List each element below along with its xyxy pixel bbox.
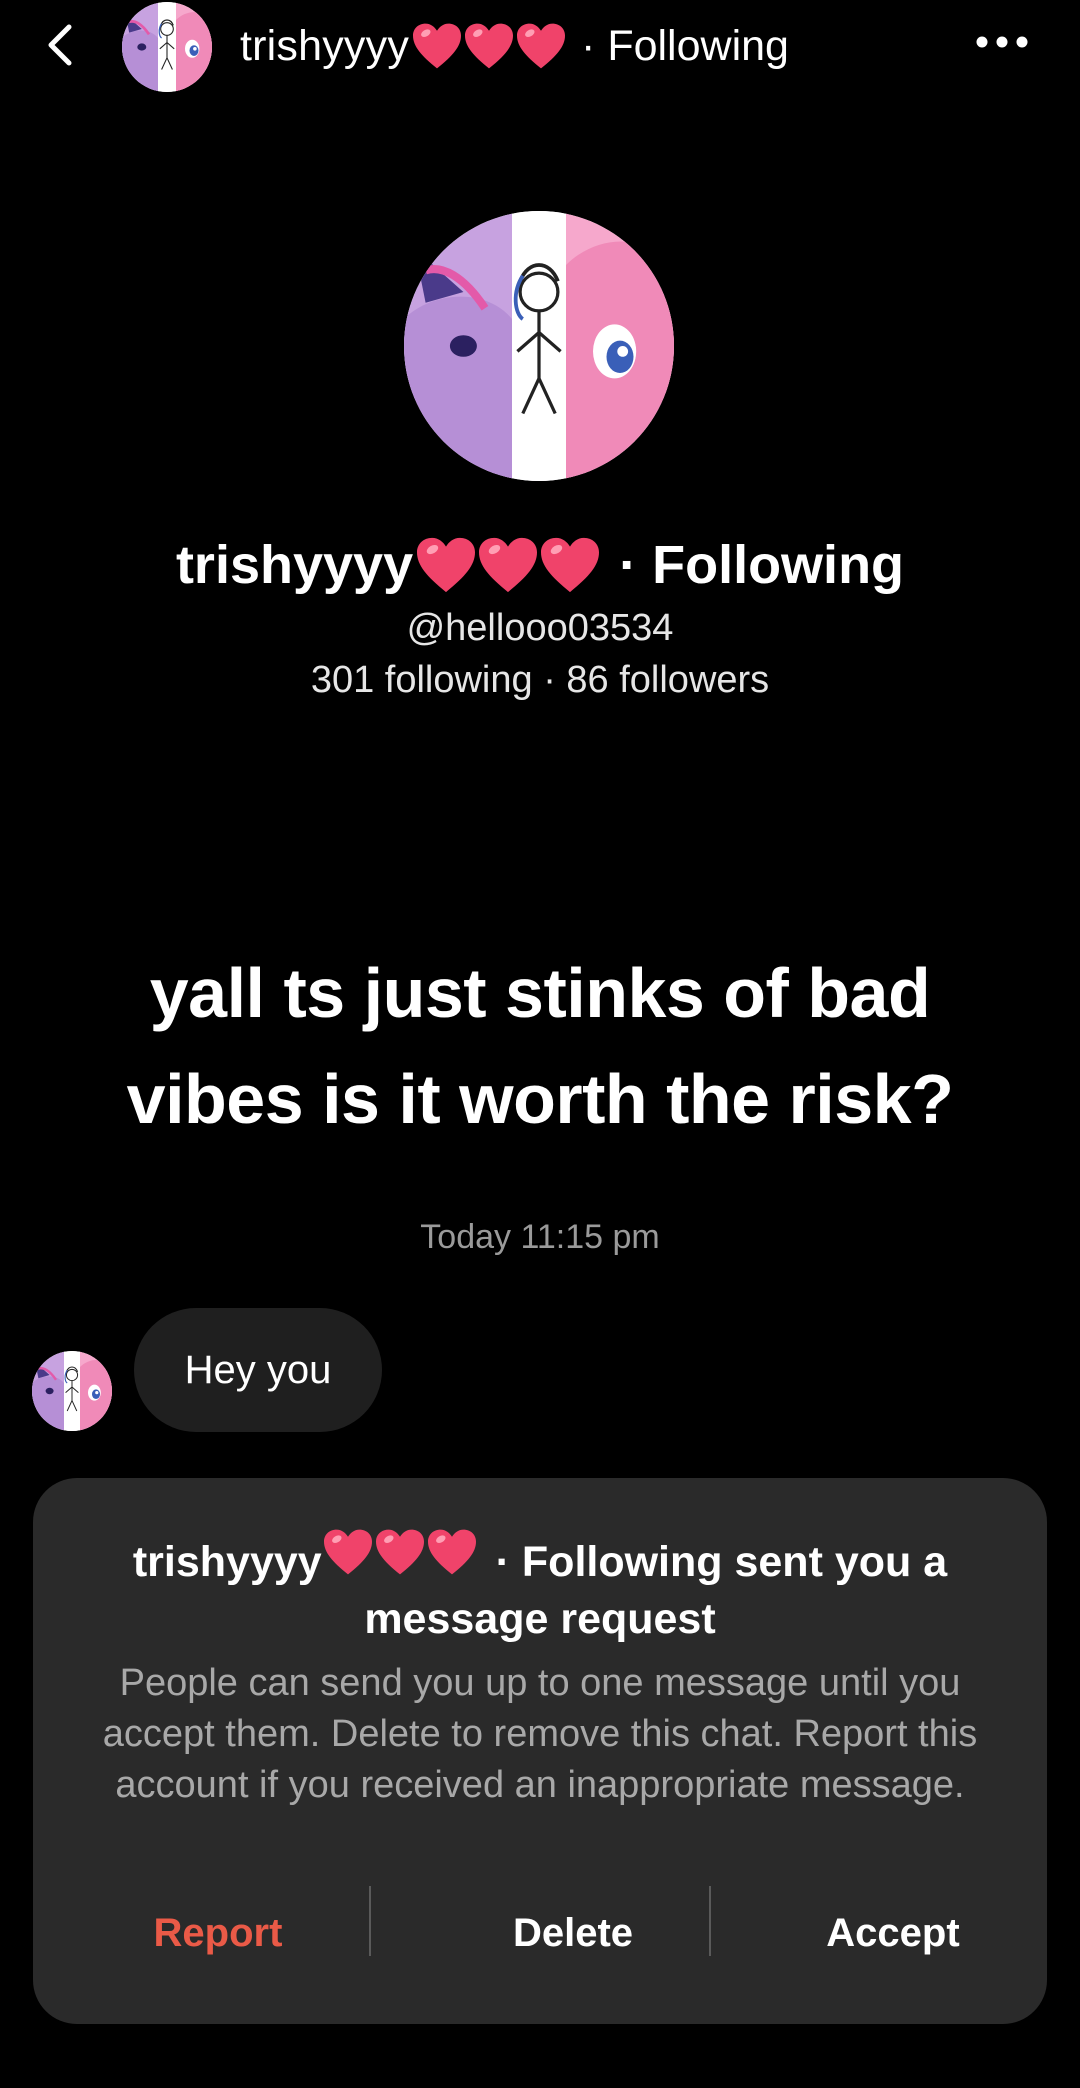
profile-follow-status: · Following bbox=[619, 535, 905, 595]
header-title[interactable]: trishyyyy · Following bbox=[240, 18, 789, 74]
request-username: trishyyyy bbox=[132, 1538, 322, 1586]
heart-icon bbox=[322, 1528, 374, 1576]
profile-avatar[interactable] bbox=[404, 211, 674, 481]
avatar-image bbox=[122, 2, 212, 92]
heart-icon bbox=[415, 536, 477, 594]
heart-icon bbox=[426, 1528, 478, 1576]
delete-button[interactable]: Delete bbox=[403, 1898, 743, 1968]
heart-icon bbox=[463, 22, 515, 70]
post-caption: yall ts just stinks of bad vibes is it w… bbox=[126, 954, 954, 1138]
header-follow-status: · Following bbox=[581, 21, 789, 70]
more-options-button[interactable] bbox=[972, 22, 1032, 62]
message-request-card: trishyyyy · Following sent you a message… bbox=[33, 1478, 1047, 2024]
action-divider bbox=[369, 1886, 371, 1956]
profile-avatar-image bbox=[404, 211, 674, 481]
back-button[interactable] bbox=[38, 18, 82, 72]
profile-username: trishyyyy bbox=[175, 535, 414, 595]
heart-icon bbox=[374, 1528, 426, 1576]
profile-stats: 301 following · 86 followers bbox=[310, 659, 770, 701]
heart-icon bbox=[411, 22, 463, 70]
message-bubble[interactable]: Hey you bbox=[134, 1308, 382, 1432]
sender-avatar-image bbox=[32, 1351, 112, 1431]
ellipsis-icon bbox=[976, 36, 1028, 48]
profile-handle: @hellooo03534 bbox=[406, 607, 674, 649]
accept-button[interactable]: Accept bbox=[743, 1898, 1043, 1968]
action-divider bbox=[709, 1886, 711, 1956]
request-actions: Report Delete Accept bbox=[33, 1886, 1047, 1968]
avatar[interactable] bbox=[122, 2, 212, 92]
top-bar: trishyyyy · Following bbox=[0, 0, 1080, 92]
heart-emojis bbox=[411, 22, 567, 70]
heart-icon bbox=[539, 536, 601, 594]
heart-icon bbox=[515, 22, 567, 70]
request-explanation: People can send you up to one message un… bbox=[102, 1662, 978, 1806]
request-title: trishyyyy · Following sent you a message… bbox=[73, 1528, 1007, 1648]
sender-avatar[interactable] bbox=[32, 1351, 112, 1431]
message-timestamp: Today 11:15 pm bbox=[420, 1218, 660, 1256]
heart-emojis bbox=[415, 536, 601, 594]
report-button[interactable]: Report bbox=[83, 1898, 353, 1968]
header-username: trishyyyy bbox=[240, 21, 410, 70]
heart-icon bbox=[477, 536, 539, 594]
chat-screen: trishyyyy · Following trishyyyy · Follow… bbox=[0, 0, 1080, 2088]
heart-emojis bbox=[322, 1528, 478, 1576]
chevron-left-icon bbox=[48, 24, 72, 66]
profile-name-line[interactable]: trishyyyy · Following bbox=[0, 525, 1080, 605]
